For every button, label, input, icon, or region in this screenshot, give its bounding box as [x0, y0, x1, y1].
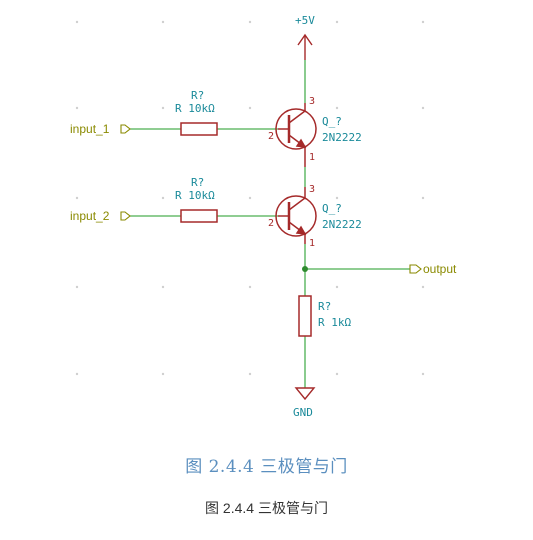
output-port-icon	[409, 264, 422, 274]
resistor-r1	[180, 122, 218, 136]
input-2-port-icon	[120, 211, 131, 221]
q1-value: 2N2222	[322, 131, 362, 144]
resistor-r2	[180, 209, 218, 223]
input-2-label: input_2	[70, 209, 110, 223]
r2-ref: R?	[191, 176, 204, 189]
circuit-schematic: +5V input_1 input_2 output R? R 10kΩ R? …	[70, 14, 457, 419]
transistor-q2	[275, 187, 317, 244]
q1-ref: Q_?	[322, 115, 342, 128]
r1-ref: R?	[191, 89, 204, 102]
junction-dot	[302, 266, 308, 272]
gnd-label: GND	[293, 406, 313, 419]
figure-subcaption: 图 2.4.4 三极管与门	[205, 500, 328, 516]
r1-value: R 10kΩ	[175, 102, 215, 115]
r3-value: R 1kΩ	[318, 316, 351, 329]
input-1-label: input_1	[70, 122, 110, 136]
q1-pin-b: 2	[268, 131, 274, 142]
q2-pin-c: 3	[309, 184, 315, 195]
q2-pin-e: 1	[309, 238, 315, 249]
r3-ref: R?	[318, 300, 331, 313]
r2-value: R 10kΩ	[175, 189, 215, 202]
q1-pin-c: 3	[309, 96, 315, 107]
q2-value: 2N2222	[322, 218, 362, 231]
input-1-port-icon	[120, 124, 131, 134]
power-label: +5V	[295, 14, 315, 27]
q2-ref: Q_?	[322, 202, 342, 215]
ground-icon	[294, 387, 316, 401]
figure: +5V input_1 input_2 output R? R 10kΩ R? …	[0, 0, 533, 540]
output-label: output	[423, 262, 457, 276]
q1-pin-e: 1	[309, 152, 315, 163]
power-5v-symbol	[297, 33, 313, 60]
resistor-r3	[298, 295, 312, 337]
figure-caption: 图 2.4.4 三极管与门	[185, 457, 348, 477]
q2-pin-b: 2	[268, 218, 274, 229]
grid-dots	[75, 20, 425, 376]
